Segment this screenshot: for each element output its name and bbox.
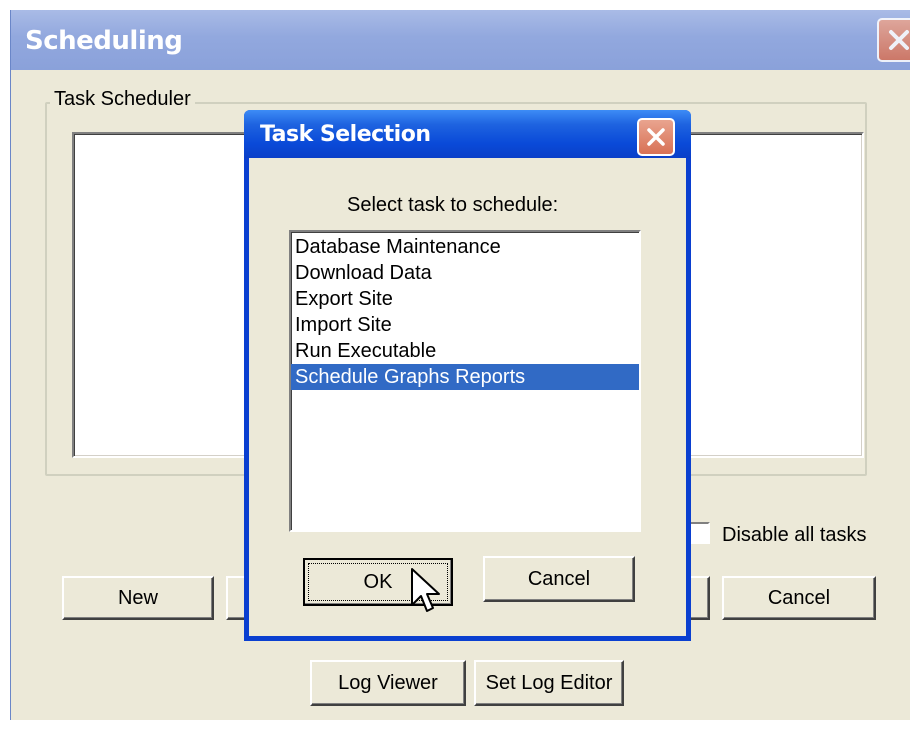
list-item[interactable]: Export Site <box>291 286 639 312</box>
list-item[interactable]: Download Data <box>291 260 639 286</box>
close-icon[interactable] <box>637 118 675 156</box>
task-selection-title-bar[interactable]: Task Selection <box>244 110 691 158</box>
cancel-button[interactable]: Cancel <box>722 576 876 620</box>
list-item[interactable]: Import Site <box>291 312 639 338</box>
scheduling-title-bar[interactable]: Scheduling <box>11 10 910 70</box>
log-viewer-button[interactable]: Log Viewer <box>310 660 466 706</box>
list-item-selected[interactable]: Schedule Graphs Reports <box>291 364 639 390</box>
list-item[interactable]: Database Maintenance <box>291 234 639 260</box>
dialog-body: Select task to schedule: Database Mainte… <box>249 158 686 636</box>
disable-all-label: Disable all tasks <box>722 524 867 546</box>
new-button[interactable]: New <box>62 576 214 620</box>
mouse-pointer-icon <box>411 568 440 612</box>
task-selection-dialog: Task Selection Select task to schedule: … <box>244 110 691 641</box>
dialog-cancel-button[interactable]: Cancel <box>483 556 635 602</box>
window-title: Scheduling <box>25 26 183 56</box>
dialog-title: Task Selection <box>260 122 431 147</box>
close-icon[interactable] <box>877 18 910 62</box>
task-listbox[interactable]: Database Maintenance Download Data Expor… <box>289 230 641 532</box>
task-prompt: Select task to schedule: <box>347 194 559 216</box>
task-scheduler-label: Task Scheduler <box>50 88 195 111</box>
set-log-editor-button[interactable]: Set Log Editor <box>474 660 624 706</box>
disable-all-checkbox[interactable] <box>688 522 710 544</box>
list-item[interactable]: Run Executable <box>291 338 639 364</box>
